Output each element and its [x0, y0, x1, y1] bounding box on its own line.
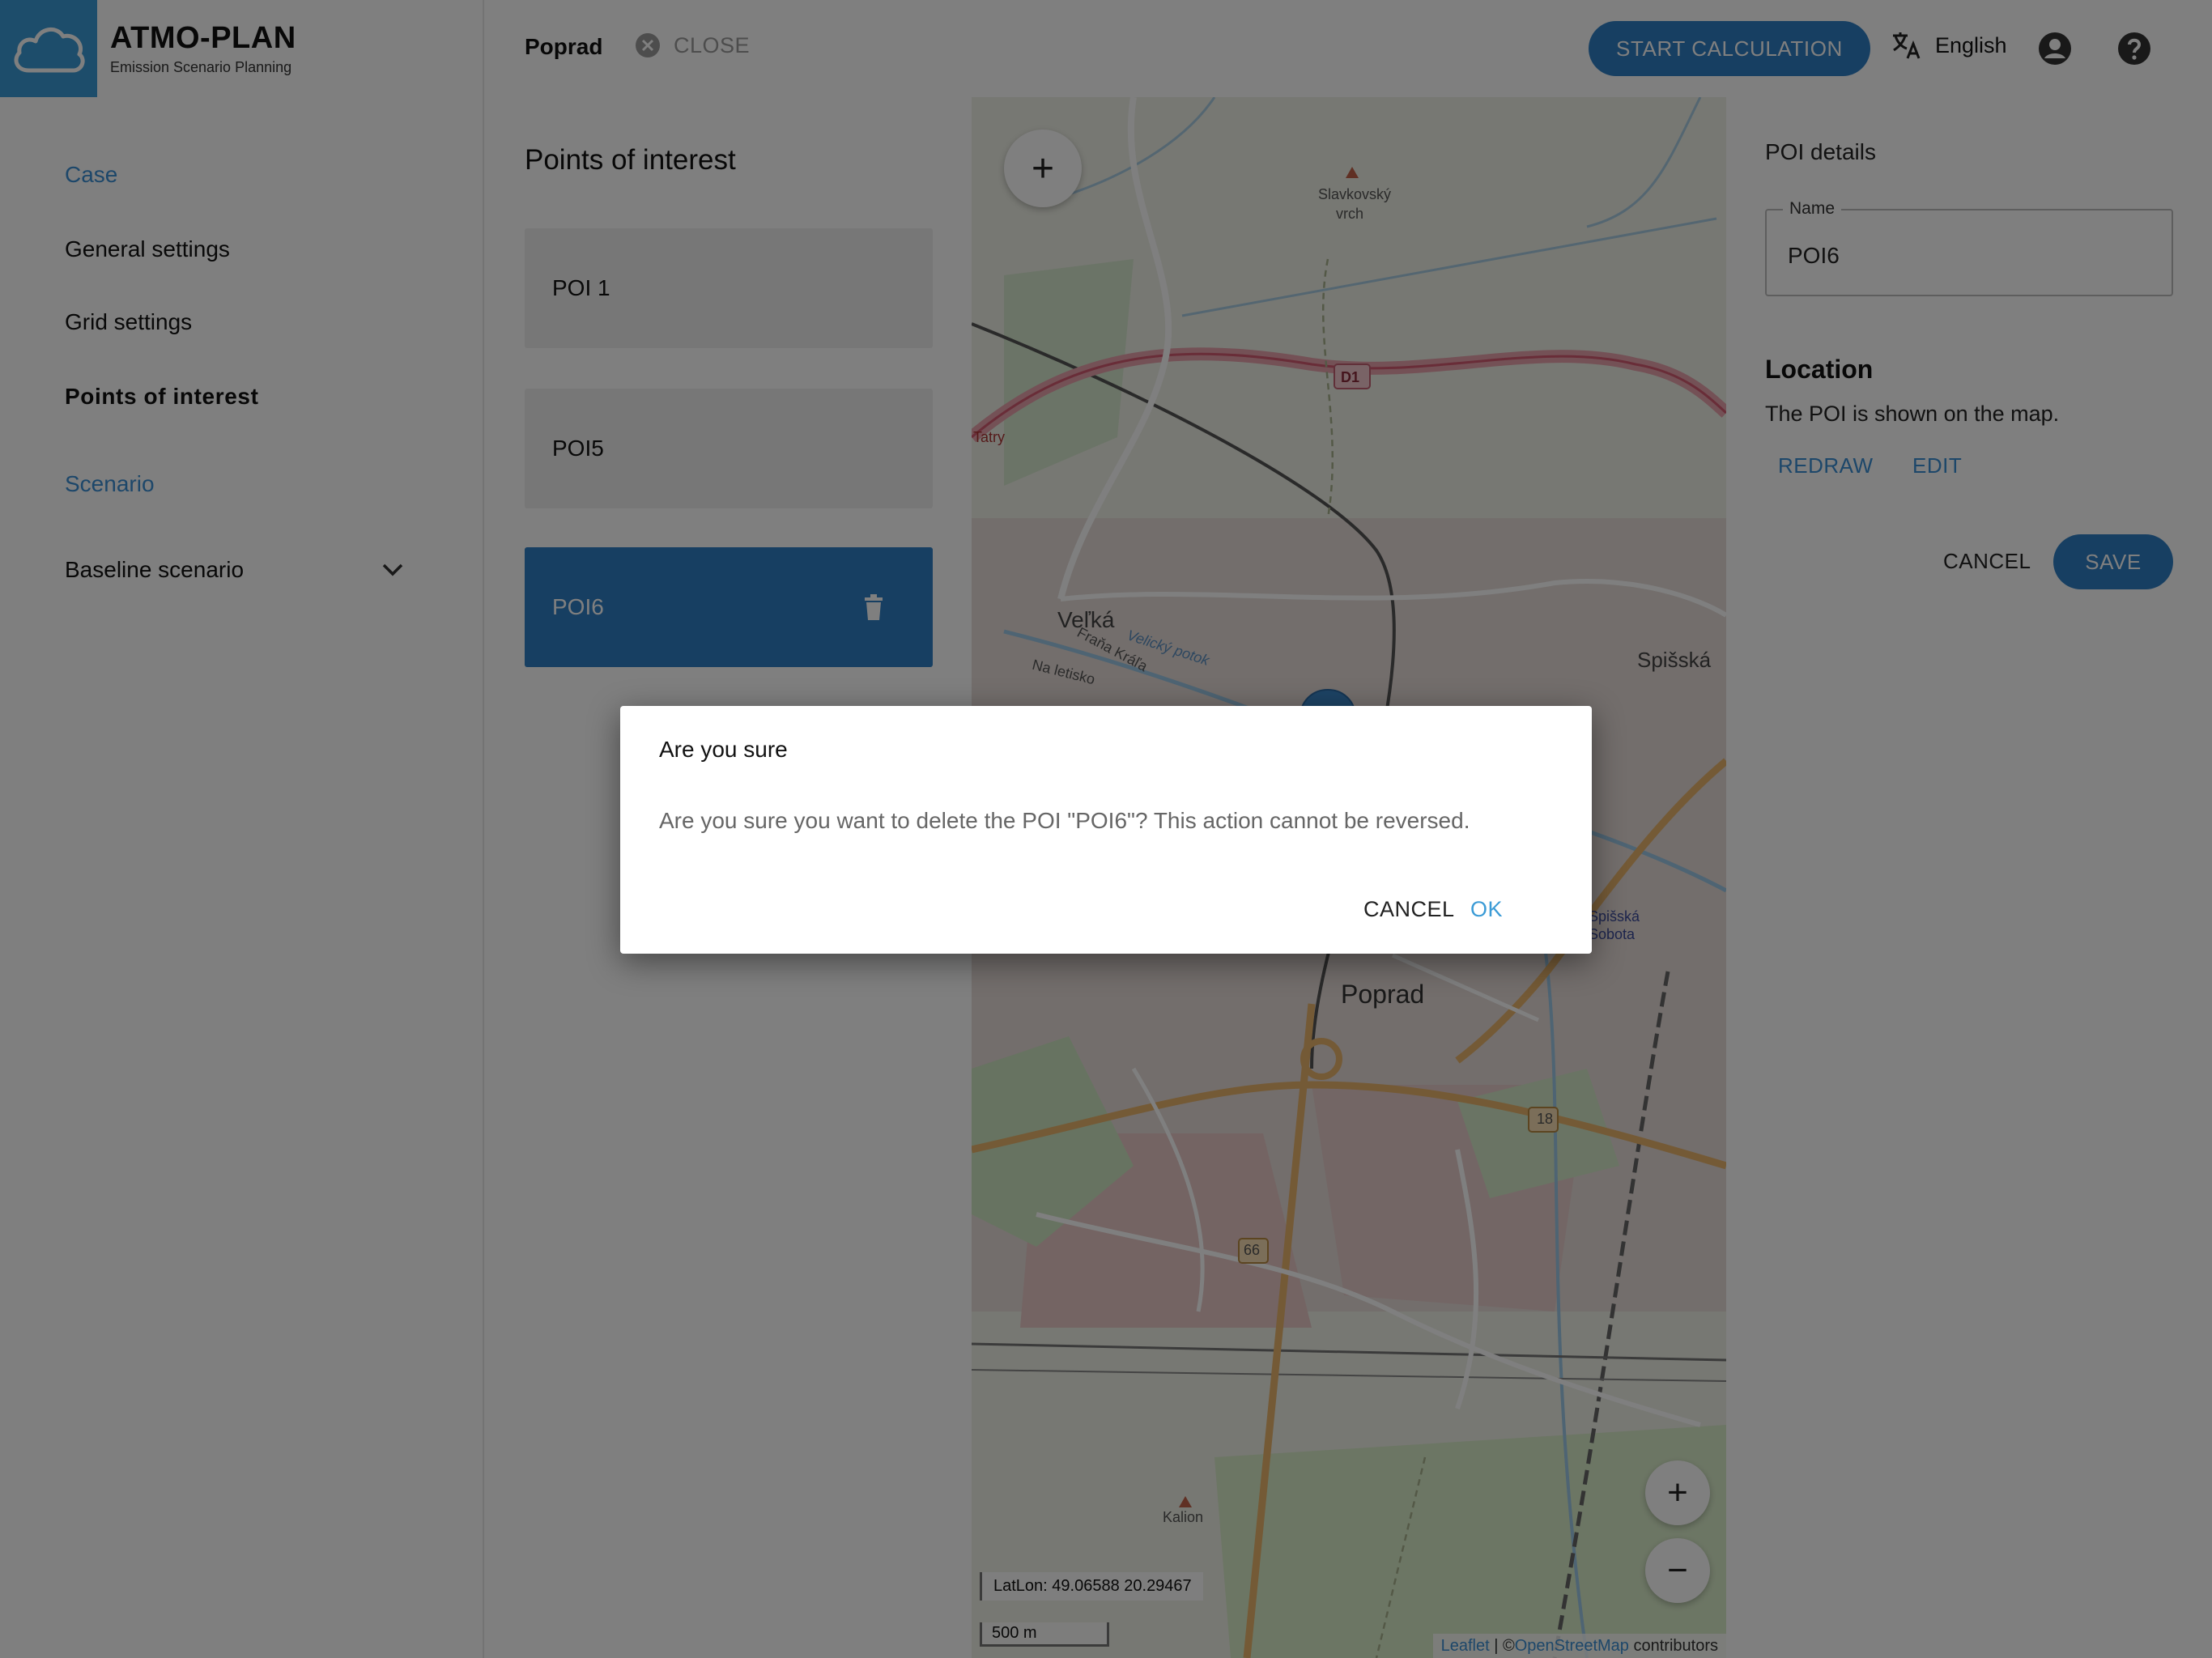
dialog-ok-button[interactable]: OK — [1470, 897, 1503, 922]
dialog-message: Are you sure you want to delete the POI … — [659, 808, 1470, 833]
confirm-delete-dialog: Are you sure Are you sure you want to de… — [620, 706, 1592, 954]
dialog-title: Are you sure — [659, 737, 788, 762]
dialog-cancel-button[interactable]: CANCEL — [1363, 897, 1455, 922]
